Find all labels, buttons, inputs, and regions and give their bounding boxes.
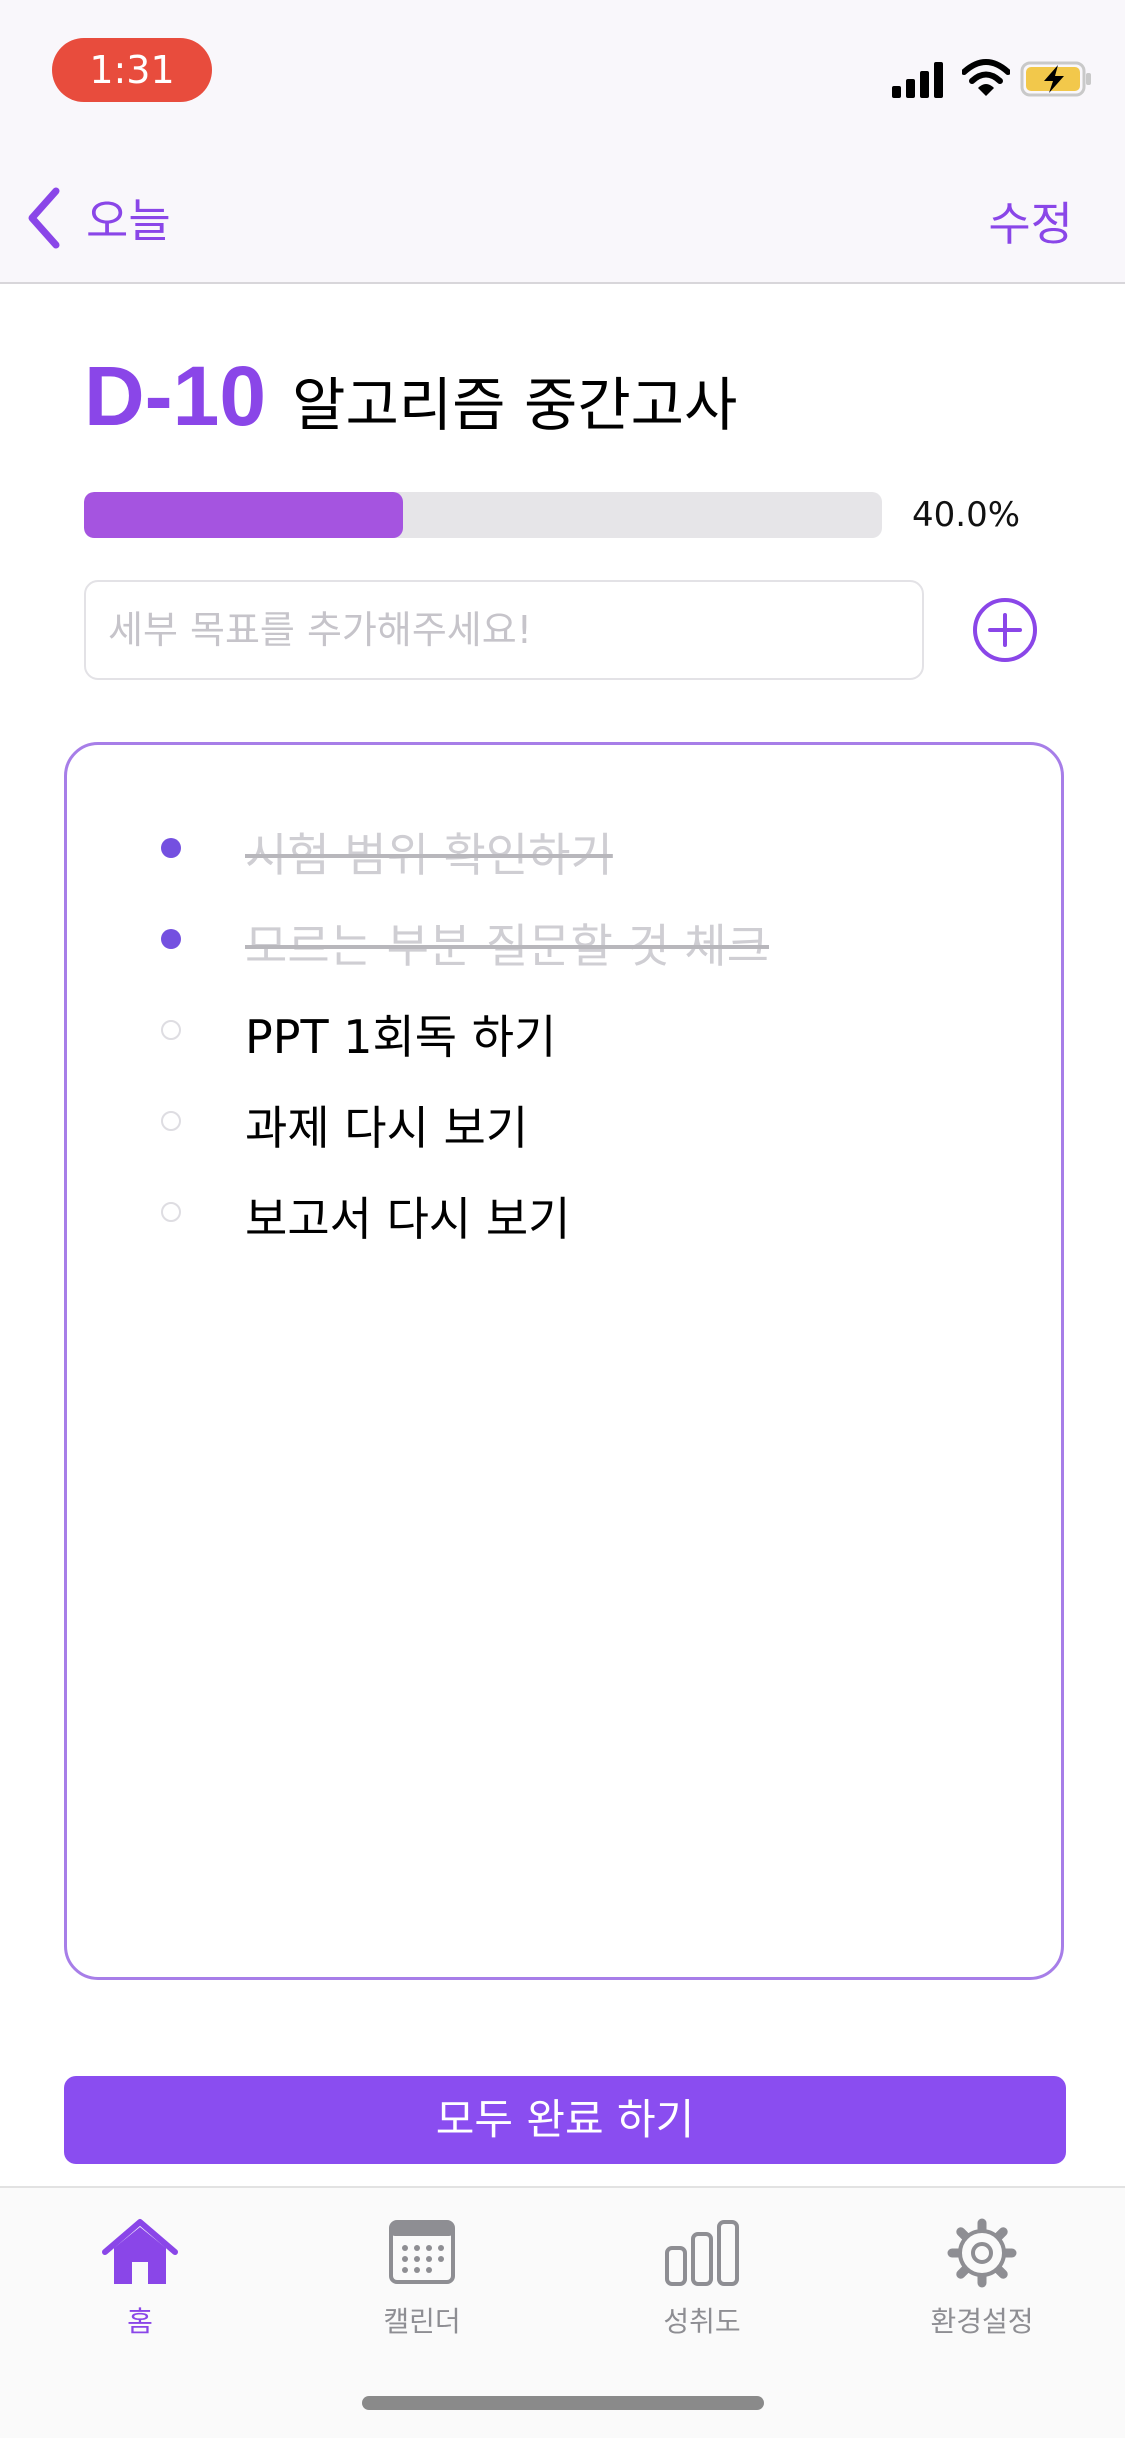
task-item[interactable]: 시험 범위 확인하기	[67, 805, 1061, 896]
tab-achievement-label: 성취도	[663, 2305, 741, 2338]
chevron-left-icon	[28, 187, 60, 249]
task-done-dot[interactable]	[161, 929, 181, 949]
complete-all-button[interactable]: 모두 완료 하기	[64, 2076, 1066, 2164]
task-list: 시험 범위 확인하기모르는 부분 질문할 것 체크 PPT 1회독 하기과제 다시…	[67, 805, 1061, 1260]
tab-achievement[interactable]: 성취도	[602, 2218, 802, 2340]
task-open-dot[interactable]	[161, 1111, 181, 1131]
back-button-label: 오늘	[86, 194, 171, 248]
tab-settings[interactable]: 환경설정	[882, 2218, 1082, 2340]
tab-settings-label: 환경설정	[930, 2305, 1034, 2338]
task-open-dot[interactable]	[161, 1020, 181, 1040]
progress-bar	[84, 492, 882, 538]
progress-percent: 40.0%	[912, 495, 1021, 535]
status-bar: 1:31	[0, 0, 1125, 150]
progress-bar-fill	[84, 492, 404, 538]
task-label: 모르는 부분 질문할 것 체크	[245, 919, 770, 973]
battery-charging-icon	[1020, 61, 1091, 97]
wifi-icon	[962, 59, 1010, 96]
task-item[interactable]: 모르는 부분 질문할 것 체크	[67, 896, 1061, 987]
tab-home[interactable]: 홈	[40, 2218, 240, 2340]
bar-chart-icon	[665, 2220, 739, 2286]
goal-title: 알고리즘 중간고사	[292, 371, 738, 439]
task-item[interactable]: PPT 1회독 하기	[67, 987, 1061, 1078]
task-list-card: 시험 범위 확인하기모르는 부분 질문할 것 체크 PPT 1회독 하기과제 다시…	[64, 742, 1064, 1980]
home-icon	[102, 2219, 178, 2284]
navigation-bar: 오늘 수정	[0, 150, 1125, 284]
goal-header: D-10 알고리즘 중간고사	[84, 348, 737, 445]
gear-icon	[947, 2218, 1017, 2288]
back-button[interactable]: 오늘	[24, 186, 171, 250]
task-item[interactable]: 과제 다시 보기	[67, 1078, 1061, 1169]
tab-home-label: 홈	[127, 2305, 153, 2338]
cellular-signal-icon	[892, 62, 943, 98]
task-item[interactable]: 보고서 다시 보기	[67, 1169, 1061, 1260]
add-circle-icon[interactable]	[972, 597, 1038, 663]
tab-calendar-label: 캘린더	[383, 2305, 461, 2338]
task-label: PPT 1회독 하기	[245, 1010, 557, 1064]
task-done-dot[interactable]	[161, 838, 181, 858]
task-label: 시험 범위 확인하기	[245, 828, 613, 882]
dday-label: D-10	[84, 349, 267, 443]
status-time: 1:31	[52, 38, 212, 102]
subgoal-input[interactable]	[84, 580, 924, 680]
tab-calendar[interactable]: 캘린더	[322, 2218, 522, 2340]
home-indicator	[362, 2396, 764, 2410]
task-open-dot[interactable]	[161, 1202, 181, 1222]
edit-button[interactable]: 수정	[988, 188, 1073, 254]
task-label: 보고서 다시 보기	[245, 1192, 571, 1246]
calendar-icon	[389, 2220, 455, 2284]
task-label: 과제 다시 보기	[245, 1101, 529, 1155]
